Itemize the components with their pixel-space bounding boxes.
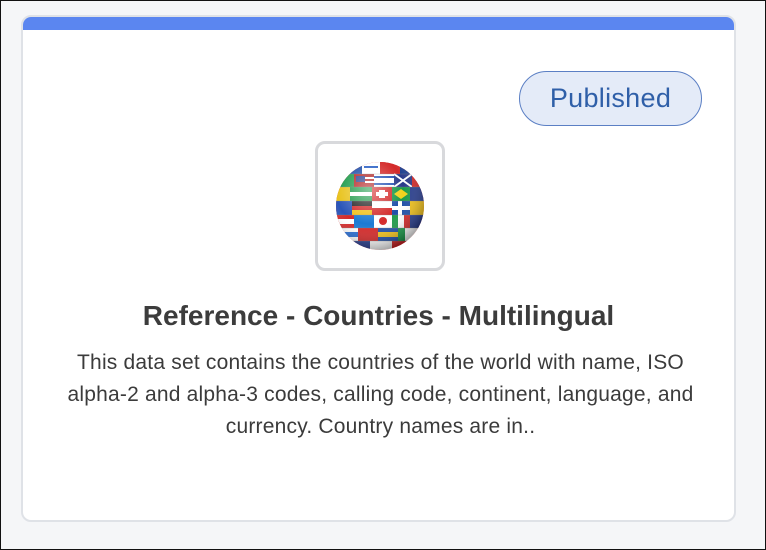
flag-globe-icon — [336, 162, 424, 250]
dataset-card[interactable]: Published Reference - Countries - Multil… — [21, 15, 736, 522]
dataset-thumbnail — [315, 141, 445, 271]
dataset-title: Reference - Countries - Multilingual — [142, 300, 615, 331]
status-badge: Published — [519, 71, 702, 126]
card-accent-bar — [23, 17, 734, 30]
dataset-description: This data set contains the countries of … — [67, 351, 694, 438]
